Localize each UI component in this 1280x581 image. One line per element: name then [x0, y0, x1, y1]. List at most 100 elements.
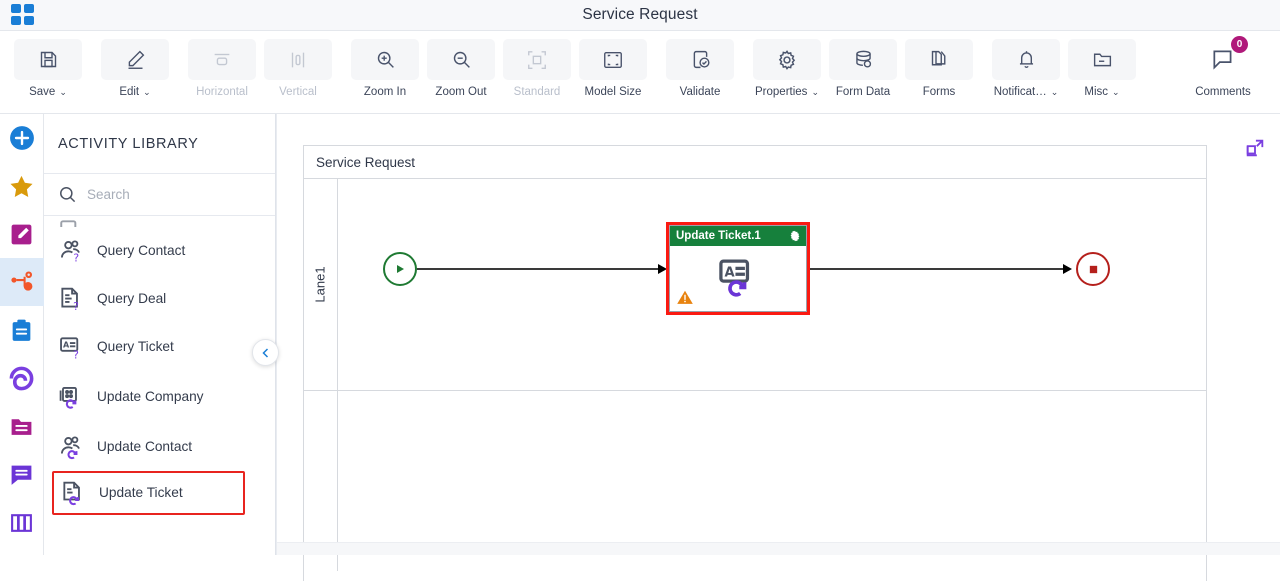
expand-button[interactable] [1244, 137, 1266, 159]
chevron-down-icon: ⌄ [143, 88, 151, 97]
rail-item-alfresco[interactable] [0, 354, 44, 402]
rail-item-add[interactable] [0, 114, 44, 162]
edit-note-icon [9, 222, 34, 247]
gear-icon [753, 39, 821, 80]
list-item-label: Query Deal [97, 291, 166, 307]
list-item-update-company[interactable]: Update Company [44, 371, 275, 423]
list-item-query-ticket[interactable]: A ? Query Ticket [44, 323, 275, 371]
sequence-flow-2[interactable] [810, 268, 1069, 270]
svg-text:A: A [725, 265, 736, 280]
diagram-canvas[interactable]: Service Request Lane1 [276, 114, 1280, 555]
rail-item-chat[interactable] [0, 450, 44, 498]
vertical-align-icon [264, 39, 332, 80]
task-update-ticket[interactable]: Update Ticket.1 A [666, 222, 810, 315]
model-size-button[interactable]: Model Size [579, 31, 647, 98]
activity-list: ? ? Query Contact ? Query Deal [44, 217, 275, 551]
model-size-icon [579, 39, 647, 80]
list-item-label: Update Ticket [99, 485, 183, 501]
zoom-out-button[interactable]: Zoom Out [427, 31, 495, 98]
query-contact-icon: ? [58, 238, 84, 264]
list-item-label: Query Contact [97, 243, 185, 259]
svg-text:?: ? [73, 300, 79, 312]
left-rail [0, 114, 44, 555]
end-event[interactable] [1076, 252, 1110, 286]
update-ticket-icon [60, 480, 86, 506]
warning-icon [676, 289, 694, 306]
database-icon [829, 39, 897, 80]
chevron-down-icon: ⌄ [1112, 88, 1120, 97]
rail-item-columns[interactable] [0, 498, 44, 546]
chevron-down-icon: ⌄ [59, 88, 67, 97]
properties-button[interactable]: Properties ⌄ [753, 31, 821, 98]
columns-icon [9, 510, 34, 535]
panel-collapse-button[interactable] [252, 339, 279, 366]
folder-icon [1068, 39, 1136, 80]
lane-body[interactable]: Update Ticket.1 A [338, 179, 1206, 390]
alfresco-icon [8, 365, 35, 392]
comments-button[interactable]: 0 Comments [1189, 31, 1257, 98]
arrowhead-icon [1063, 264, 1072, 274]
properties-label: Properties [755, 86, 807, 98]
lane-label: Lane1 [304, 179, 338, 390]
zoom-out-label: Zoom Out [435, 86, 486, 98]
save-label: Save [29, 86, 55, 98]
form-data-button[interactable]: Form Data [829, 31, 897, 98]
pool-title: Service Request [304, 146, 1206, 179]
form-data-label: Form Data [836, 86, 890, 98]
activity-library-title: ACTIVITY LIBRARY [44, 114, 275, 174]
toolbar: Save ⌄ Edit ⌄ Horizontal [0, 31, 1280, 114]
forms-button[interactable]: Forms [905, 31, 973, 98]
forms-icon [905, 39, 973, 80]
query-ticket-icon: A ? [58, 334, 84, 360]
rail-item-favorites[interactable] [0, 162, 44, 210]
lane-1[interactable]: Lane1 [304, 179, 1206, 391]
edit-button[interactable]: Edit ⌄ [101, 31, 169, 98]
validate-button[interactable]: Validate [666, 31, 734, 98]
zoom-in-button[interactable]: Zoom In [351, 31, 419, 98]
standard-label: Standard [514, 86, 561, 98]
zoom-in-label: Zoom In [364, 86, 406, 98]
list-item-update-contact[interactable]: Update Contact [44, 423, 275, 471]
rail-item-folder[interactable] [0, 402, 44, 450]
notifications-button[interactable]: Notificat… ⌄ [992, 31, 1060, 98]
validate-label: Validate [680, 86, 721, 98]
misc-button[interactable]: Misc ⌄ [1068, 31, 1136, 98]
list-item-query-deal[interactable]: ? Query Deal [44, 275, 275, 323]
rail-item-clipboard[interactable] [0, 306, 44, 354]
search-row[interactable] [44, 174, 275, 216]
notifications-label: Notificat… [994, 86, 1047, 98]
vertical-button: Vertical [264, 31, 332, 98]
pencil-icon [101, 39, 169, 80]
list-item-update-ticket[interactable]: Update Ticket [52, 471, 245, 515]
play-icon [394, 263, 406, 275]
query-deal-icon: ? [58, 286, 84, 312]
update-company-icon [58, 384, 84, 410]
rail-item-hubspot[interactable] [0, 258, 44, 306]
star-icon [8, 173, 35, 200]
search-input[interactable] [87, 187, 237, 202]
gear-icon[interactable] [789, 230, 801, 242]
search-icon [58, 185, 77, 204]
list-item-query-contact[interactable]: ? Query Contact [44, 227, 275, 275]
save-button[interactable]: Save ⌄ [14, 31, 82, 98]
update-ticket-icon: A [716, 258, 760, 298]
pool[interactable]: Service Request Lane1 [303, 145, 1207, 581]
task-title: Update Ticket.1 [676, 230, 761, 242]
misc-label: Misc [1084, 86, 1108, 98]
horizontal-scrollbar[interactable] [277, 542, 1280, 555]
folder-icon [9, 414, 34, 439]
svg-text:?: ? [73, 251, 79, 264]
horizontal-label: Horizontal [196, 86, 248, 98]
rail-item-edit-note[interactable] [0, 210, 44, 258]
list-item-partial[interactable]: ? [44, 217, 275, 227]
title-bar: Service Request [0, 0, 1280, 31]
sequence-flow-1[interactable] [417, 268, 664, 270]
bell-icon [992, 39, 1060, 80]
svg-text:A: A [63, 341, 70, 350]
svg-text:?: ? [73, 348, 79, 360]
list-item-label: Update Contact [97, 439, 192, 455]
model-size-label: Model Size [585, 86, 642, 98]
list-item-label: Query Ticket [97, 339, 174, 355]
start-event[interactable] [383, 252, 417, 286]
list-item-label: Update Company [97, 389, 204, 405]
